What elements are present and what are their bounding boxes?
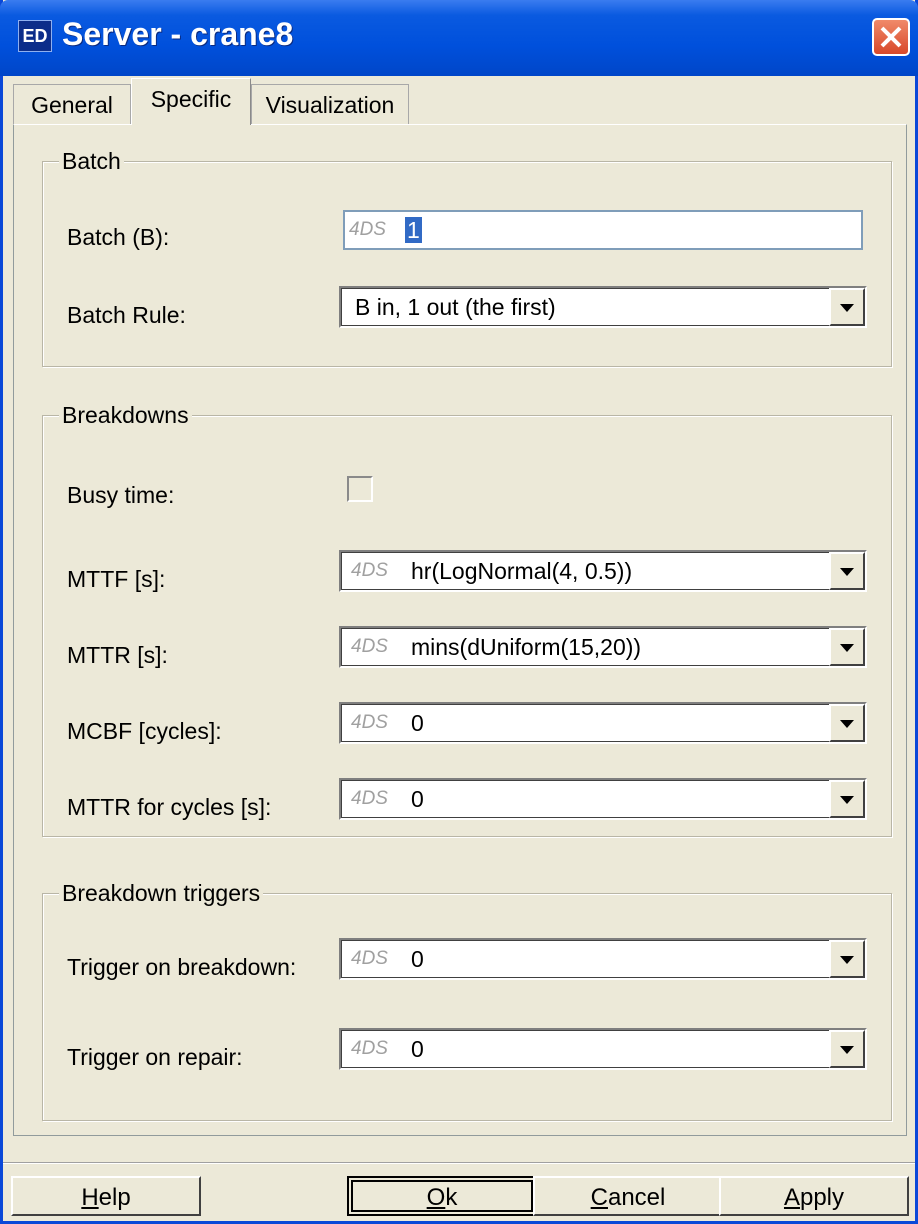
batch-group-title: Batch bbox=[59, 148, 124, 175]
formula-prefix: 4DS bbox=[351, 636, 388, 657]
mcbf-dropdown-button[interactable] bbox=[829, 704, 865, 742]
title-bar[interactable]: ED Server - crane8 bbox=[0, 0, 918, 76]
chevron-down-icon bbox=[840, 1046, 854, 1054]
ok-label: k bbox=[445, 1184, 458, 1211]
apply-mnemonic: A bbox=[783, 1184, 800, 1211]
ok-mnemonic: O bbox=[426, 1184, 446, 1211]
tab-general[interactable]: General bbox=[13, 84, 131, 124]
formula-prefix: 4DS bbox=[351, 712, 388, 733]
formula-prefix: 4DS bbox=[351, 560, 388, 581]
trigger-breakdown-value: 0 bbox=[411, 946, 424, 972]
trigger-repair-dropdown-button[interactable] bbox=[829, 1030, 865, 1068]
trigger-repair-select[interactable]: 4DS 0 bbox=[339, 1028, 867, 1070]
help-button[interactable]: Help bbox=[11, 1176, 201, 1216]
batch-rule-label: Batch Rule: bbox=[67, 302, 186, 328]
chevron-down-icon bbox=[840, 568, 854, 576]
trigger-repair-value: 0 bbox=[411, 1036, 424, 1062]
footer-separator bbox=[3, 1162, 915, 1164]
mcbf-value: 0 bbox=[411, 710, 424, 736]
breakdowns-group-title: Breakdowns bbox=[59, 402, 192, 429]
batch-value: 1 bbox=[405, 217, 422, 243]
busy-time-label: Busy time: bbox=[67, 482, 175, 508]
mttr-cycles-dropdown-button[interactable] bbox=[829, 780, 865, 818]
chevron-down-icon bbox=[840, 720, 854, 728]
mcbf-select[interactable]: 4DS 0 bbox=[339, 702, 867, 744]
formula-prefix: 4DS bbox=[351, 788, 388, 809]
trigger-breakdown-dropdown-button[interactable] bbox=[829, 940, 865, 978]
trigger-repair-label: Trigger on repair: bbox=[67, 1044, 243, 1070]
mttf-label: MTTF [s]: bbox=[67, 566, 166, 592]
formula-prefix: 4DS bbox=[351, 1038, 388, 1059]
trigger-breakdown-select[interactable]: 4DS 0 bbox=[339, 938, 867, 980]
cancel-button[interactable]: Cancel bbox=[533, 1176, 723, 1216]
cancel-label: ancel bbox=[607, 1184, 666, 1211]
breakdowns-group: Breakdowns Busy time: MTTF [s]: 4DS hr(L… bbox=[42, 402, 892, 837]
mttr-cycles-select[interactable]: 4DS 0 bbox=[339, 778, 867, 820]
mttf-value: hr(LogNormal(4, 0.5)) bbox=[411, 558, 633, 584]
mttr-cycles-label: MTTR for cycles [s]: bbox=[67, 794, 272, 820]
mttr-select[interactable]: 4DS mins(dUniform(15,20)) bbox=[339, 626, 867, 668]
help-mnemonic: H bbox=[81, 1184, 99, 1211]
chevron-down-icon bbox=[840, 304, 854, 312]
cancel-mnemonic: C bbox=[590, 1184, 608, 1211]
window-title: Server - crane8 bbox=[62, 16, 294, 52]
batch-rule-dropdown-button[interactable] bbox=[829, 288, 865, 326]
close-x-icon bbox=[880, 26, 902, 48]
mttf-dropdown-button[interactable] bbox=[829, 552, 865, 590]
close-button[interactable] bbox=[872, 18, 910, 56]
batch-label: Batch (B): bbox=[67, 224, 170, 250]
chevron-down-icon bbox=[840, 956, 854, 964]
batch-group: Batch Batch (B): 4DS 1 Batch Rule: B in,… bbox=[42, 148, 892, 367]
trigger-breakdown-label: Trigger on breakdown: bbox=[67, 954, 297, 980]
tab-specific[interactable]: Specific bbox=[131, 78, 251, 125]
busy-time-checkbox[interactable] bbox=[347, 476, 373, 502]
mttr-cycles-value: 0 bbox=[411, 786, 424, 812]
tab-visualization[interactable]: Visualization bbox=[251, 84, 409, 124]
mttr-label: MTTR [s]: bbox=[67, 642, 168, 668]
batch-rule-select[interactable]: B in, 1 out (the first) bbox=[339, 286, 867, 328]
apply-button[interactable]: Apply bbox=[719, 1176, 909, 1216]
batch-input[interactable]: 4DS 1 bbox=[343, 210, 863, 250]
mcbf-label: MCBF [cycles]: bbox=[67, 718, 222, 744]
mttr-value: mins(dUniform(15,20)) bbox=[411, 634, 642, 660]
help-label: elp bbox=[98, 1184, 131, 1211]
tab-panel-specific: Batch Batch (B): 4DS 1 Batch Rule: B in,… bbox=[13, 124, 907, 1136]
formula-prefix: 4DS bbox=[349, 219, 386, 240]
batch-rule-value: B in, 1 out (the first) bbox=[355, 294, 556, 320]
apply-label: pply bbox=[799, 1184, 845, 1211]
mttr-dropdown-button[interactable] bbox=[829, 628, 865, 666]
formula-prefix: 4DS bbox=[351, 948, 388, 969]
chevron-down-icon bbox=[840, 644, 854, 652]
ok-button[interactable]: Ok bbox=[347, 1176, 537, 1216]
dialog-window: ED Server - crane8 General Specific Visu… bbox=[0, 0, 918, 1224]
mttf-select[interactable]: 4DS hr(LogNormal(4, 0.5)) bbox=[339, 550, 867, 592]
breakdown-triggers-group: Breakdown triggers Trigger on breakdown:… bbox=[42, 880, 892, 1121]
triggers-group-title: Breakdown triggers bbox=[59, 880, 264, 907]
app-icon: ED bbox=[18, 20, 52, 52]
chevron-down-icon bbox=[840, 796, 854, 804]
